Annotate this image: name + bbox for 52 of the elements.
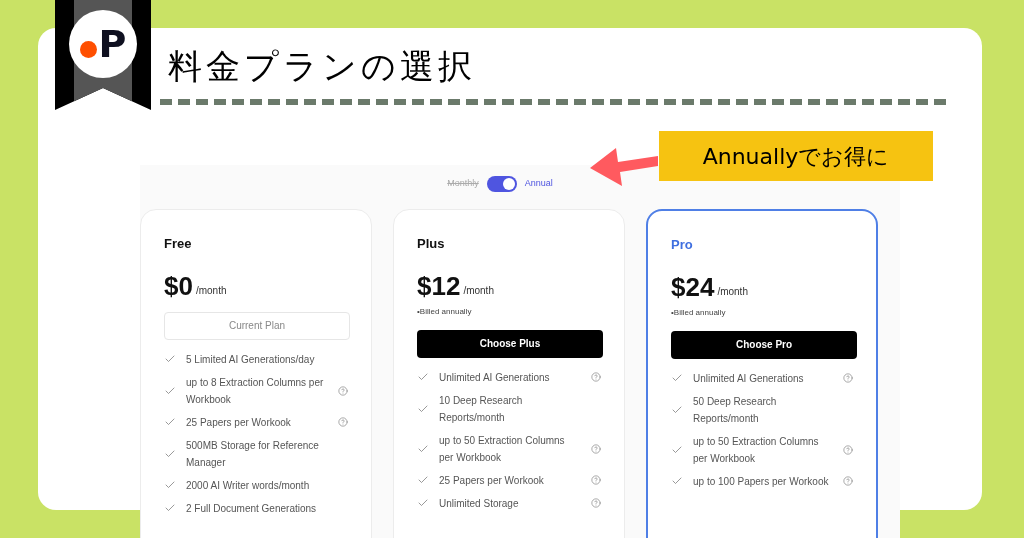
check-icon	[417, 474, 429, 486]
price: $12	[417, 271, 461, 300]
billing-switch[interactable]	[486, 176, 517, 192]
feature-text: 50 Deep Research Reports/month	[693, 394, 778, 426]
feature-text: 5 Limited AI Generations/day	[186, 352, 316, 367]
current-plan-button[interactable]: Current Plan	[164, 311, 350, 340]
choose-plan-button[interactable]: Choose Pro	[671, 330, 857, 359]
feature-text: up to 50 Extraction Columns per Workbook	[693, 434, 820, 466]
annual-label[interactable]: Annual	[524, 177, 553, 191]
help-icon[interactable]	[843, 373, 853, 383]
billing-note: •Billed annually	[417, 305, 473, 318]
period: /month	[463, 283, 494, 298]
feature-text: up to 50 Extraction Columns per Workbook	[439, 433, 566, 465]
check-icon	[671, 372, 683, 384]
page-heading: 料金プランの選択	[168, 45, 476, 88]
feature-text: 10 Deep Research Reports/month	[439, 393, 524, 425]
feature-text: 25 Papers per Workook	[186, 415, 292, 430]
feature-text: up to 100 Papers per Workook	[693, 474, 830, 489]
feature-text: 2000 AI Writer words/month	[186, 478, 311, 493]
help-icon[interactable]	[338, 417, 348, 427]
help-icon[interactable]	[843, 444, 853, 455]
check-icon	[164, 353, 176, 365]
price: $24	[671, 272, 715, 301]
check-icon	[164, 416, 176, 428]
check-icon	[164, 502, 176, 514]
help-icon[interactable]	[591, 372, 601, 382]
check-icon	[417, 497, 429, 509]
feature-text: Unlimited AI Generations	[693, 371, 805, 386]
feature-text: 500MB Storage for Reference Manager	[186, 438, 320, 470]
price: $0	[164, 271, 193, 300]
feature-text: Unlimited AI Generations	[439, 370, 551, 385]
logo-letter: P	[98, 25, 127, 63]
feature-text: Unlimited Storage	[439, 496, 520, 511]
period: /month	[195, 283, 227, 298]
plan-name: Pro	[671, 236, 694, 254]
check-icon	[164, 479, 176, 491]
feature-text: 2 Full Document Generations	[186, 501, 318, 516]
feature-text: up to 8 Extraction Columns per Workbook	[186, 375, 325, 407]
help-icon[interactable]	[591, 443, 601, 454]
help-icon[interactable]	[843, 476, 853, 486]
check-icon	[417, 371, 429, 383]
help-icon[interactable]	[591, 498, 601, 508]
choose-plan-button[interactable]: Choose Plus	[417, 329, 603, 358]
period: /month	[717, 284, 748, 299]
billing-note: •Billed annually	[671, 306, 727, 319]
check-icon	[671, 475, 683, 487]
help-icon[interactable]	[591, 475, 601, 485]
plan-name: Plus	[417, 235, 446, 253]
plan-name: Free	[164, 235, 193, 253]
callout-label: Annuallyでお得に	[659, 131, 933, 181]
help-icon[interactable]	[338, 385, 348, 396]
feature-text: 25 Papers per Workook	[439, 473, 545, 488]
